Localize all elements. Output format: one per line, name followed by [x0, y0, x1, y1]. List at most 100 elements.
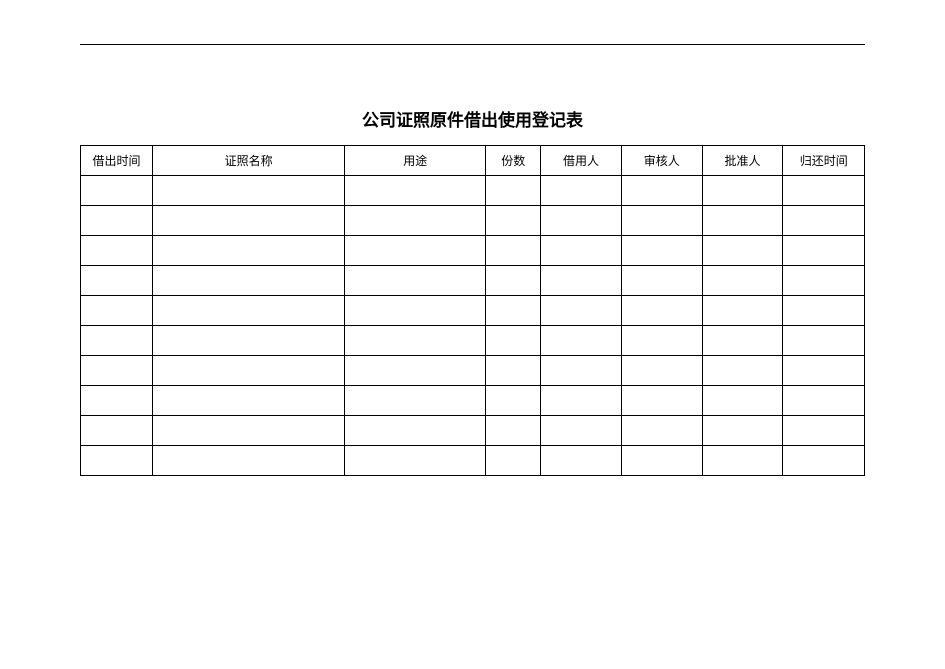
cell [621, 236, 702, 266]
cell [621, 296, 702, 326]
cell [486, 236, 541, 266]
cell [702, 236, 783, 266]
cell [153, 206, 345, 236]
cell [541, 296, 622, 326]
cell [345, 296, 486, 326]
cell [541, 236, 622, 266]
cell [153, 386, 345, 416]
cell [541, 266, 622, 296]
cell [345, 416, 486, 446]
col-return-time: 归还时间 [783, 146, 865, 176]
table-header-row: 借出时间 证照名称 用途 份数 借用人 审核人 批准人 归还时间 [81, 146, 865, 176]
table-row [81, 386, 865, 416]
cell [783, 296, 865, 326]
cell [345, 206, 486, 236]
cell [81, 266, 153, 296]
page-title: 公司证照原件借出使用登记表 [80, 106, 865, 131]
cell [345, 236, 486, 266]
cell [783, 176, 865, 206]
cell [541, 446, 622, 476]
cell [153, 266, 345, 296]
cell [702, 296, 783, 326]
cell [486, 446, 541, 476]
cell [486, 176, 541, 206]
cell [541, 386, 622, 416]
cell [702, 206, 783, 236]
cell [621, 206, 702, 236]
cell [541, 176, 622, 206]
cell [486, 206, 541, 236]
cell [81, 326, 153, 356]
cell [81, 206, 153, 236]
cell [81, 386, 153, 416]
cell [702, 266, 783, 296]
cell [153, 236, 345, 266]
table-row [81, 326, 865, 356]
cell [541, 326, 622, 356]
cell [783, 416, 865, 446]
cell [621, 356, 702, 386]
table-row [81, 266, 865, 296]
cell [486, 356, 541, 386]
col-reviewer: 审核人 [621, 146, 702, 176]
cell [486, 266, 541, 296]
col-cert-name: 证照名称 [153, 146, 345, 176]
cell [486, 326, 541, 356]
cell [702, 176, 783, 206]
col-approver: 批准人 [702, 146, 783, 176]
cell [153, 356, 345, 386]
cell [783, 236, 865, 266]
cell [486, 386, 541, 416]
col-lend-time: 借出时间 [81, 146, 153, 176]
table-body [81, 176, 865, 476]
table-row [81, 446, 865, 476]
cell [702, 386, 783, 416]
table-row [81, 176, 865, 206]
cell [345, 386, 486, 416]
registration-table: 借出时间 证照名称 用途 份数 借用人 审核人 批准人 归还时间 [80, 145, 865, 476]
cell [81, 446, 153, 476]
cell [621, 176, 702, 206]
horizontal-rule [80, 44, 865, 45]
cell [153, 326, 345, 356]
document-content: 公司证照原件借出使用登记表 借出时间 证照名称 用途 份数 借用人 审核人 批准… [80, 106, 865, 476]
cell [81, 176, 153, 206]
cell [621, 416, 702, 446]
cell [486, 296, 541, 326]
cell [153, 176, 345, 206]
cell [541, 206, 622, 236]
cell [345, 266, 486, 296]
cell [783, 386, 865, 416]
cell [702, 326, 783, 356]
cell [621, 266, 702, 296]
cell [345, 176, 486, 206]
cell [702, 446, 783, 476]
table-row [81, 236, 865, 266]
table-row [81, 296, 865, 326]
cell [486, 416, 541, 446]
cell [81, 236, 153, 266]
cell [345, 356, 486, 386]
cell [783, 266, 865, 296]
cell [153, 416, 345, 446]
col-purpose: 用途 [345, 146, 486, 176]
table-row [81, 416, 865, 446]
cell [783, 446, 865, 476]
cell [702, 416, 783, 446]
cell [541, 356, 622, 386]
col-borrower: 借用人 [541, 146, 622, 176]
cell [81, 296, 153, 326]
cell [783, 356, 865, 386]
cell [541, 416, 622, 446]
table-row [81, 206, 865, 236]
cell [153, 296, 345, 326]
cell [783, 326, 865, 356]
cell [81, 416, 153, 446]
cell [621, 326, 702, 356]
cell [783, 206, 865, 236]
cell [702, 356, 783, 386]
cell [345, 326, 486, 356]
cell [345, 446, 486, 476]
col-copies: 份数 [486, 146, 541, 176]
cell [621, 446, 702, 476]
